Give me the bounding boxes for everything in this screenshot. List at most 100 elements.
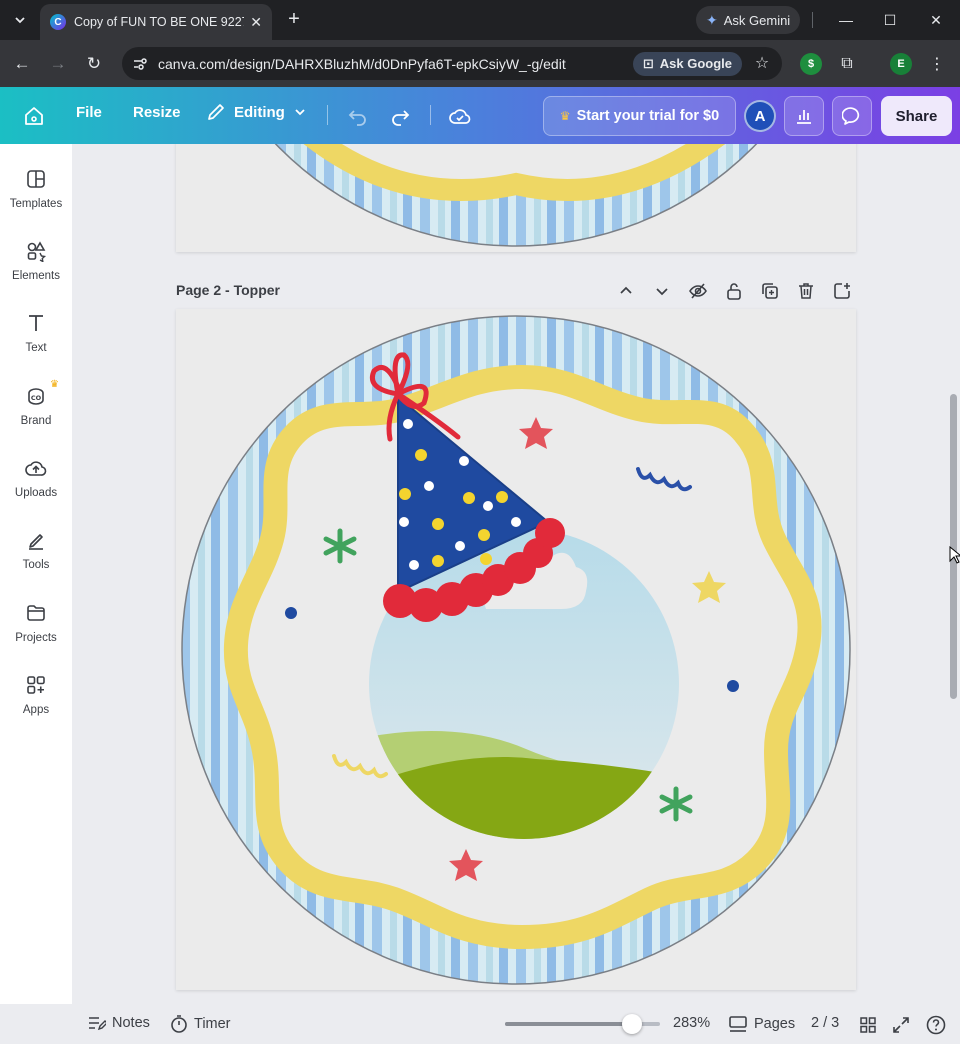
sidebar-item-projects[interactable]: Projects [0,600,72,660]
sidebar-item-label: Text [25,342,47,354]
editing-mode-dropdown[interactable]: Editing [206,102,307,122]
delete-page-button[interactable] [795,280,817,302]
back-button[interactable]: ← [10,52,34,76]
site-settings-icon[interactable] [130,54,150,74]
sidebar-item-brand[interactable]: ♛ CO Brand [0,379,72,443]
sidebar-item-label: Tools [22,559,50,571]
profile-avatar[interactable]: E [890,53,912,75]
save-status-button[interactable] [446,102,474,130]
mouse-cursor-icon [949,546,960,564]
page-counter[interactable]: 2 / 3 [811,1015,839,1031]
redo-icon [392,110,410,126]
notes-label: Notes [112,1015,150,1031]
reload-button[interactable]: ↻ [82,52,106,76]
cloud-check-icon [449,109,471,124]
comments-button[interactable] [832,96,872,136]
hide-page-button[interactable] [687,280,709,302]
move-page-down-button[interactable] [651,280,673,302]
chevron-down-icon [15,17,25,24]
browser-menu-icon[interactable]: ⋮ [926,53,948,75]
toolbar-divider [327,105,328,125]
sidebar-item-tools[interactable]: Tools [0,527,72,587]
lens-icon: ⊡ [642,55,654,71]
page-2-header: Page 2 - Topper [176,272,856,308]
user-avatar[interactable]: A [744,100,776,132]
timer-button[interactable]: Timer [170,1015,231,1033]
sidebar-item-label: Projects [15,632,57,644]
share-button[interactable]: Share [881,96,952,136]
canvas-scrollbar[interactable] [948,144,960,1004]
close-window-button[interactable]: ✕ [924,8,948,32]
uploads-icon [23,455,49,481]
extension-money-icon[interactable]: $ [800,53,822,75]
tab-title: Copy of FUN TO BE ONE 9227 T [74,15,245,29]
help-button[interactable] [925,1014,947,1036]
add-page-icon [834,283,850,299]
ask-google-label: Ask Google [659,56,732,71]
page-1-artwork [182,144,850,247]
eye-hidden-icon [689,283,707,299]
sidebar-item-apps[interactable]: Apps [0,672,72,732]
forward-button[interactable]: → [46,52,70,76]
sidebar-item-text[interactable]: Text [0,310,72,370]
sidebar-item-templates[interactable]: Templates [0,166,72,226]
pencil-icon [208,104,224,120]
sidebar-item-elements[interactable]: Elements [0,238,72,298]
tools-icon [23,527,49,553]
duplicate-icon [762,283,778,299]
sidebar-item-label: Templates [9,198,63,210]
bookmark-star-icon[interactable]: ☆ [750,52,774,76]
trash-icon [799,283,813,299]
page-2-canvas[interactable] [176,309,856,990]
zoom-level[interactable]: 283% [673,1015,710,1031]
ask-google-button[interactable]: ⊡ Ask Google [632,51,742,76]
grid-view-button[interactable] [857,1014,879,1036]
tab-search-button[interactable] [8,8,32,32]
resize-button[interactable]: Resize [133,104,181,121]
browser-tab[interactable]: C Copy of FUN TO BE ONE 9227 T ✕ [40,4,272,40]
browser-tab-bar: C Copy of FUN TO BE ONE 9227 T ✕ + ✦ Ask… [0,0,960,40]
chevron-up-icon [620,286,632,294]
new-tab-button[interactable]: + [282,8,306,32]
sidebar-item-uploads[interactable]: Uploads [0,455,72,515]
tab-close-button[interactable]: ✕ [250,14,262,31]
ask-gemini-button[interactable]: ✦ Ask Gemini [696,6,801,34]
sidebar-item-label: Elements [12,270,60,282]
maximize-button[interactable]: ☐ [878,8,902,32]
sidebar-item-label: Apps [22,704,50,716]
insights-button[interactable] [784,96,824,136]
timer-icon [171,1015,187,1033]
duplicate-page-button[interactable] [759,280,781,302]
add-page-button[interactable] [831,280,853,302]
notes-button[interactable]: Notes [88,1015,150,1031]
pages-button[interactable]: Pages [728,1015,795,1033]
move-page-up-button[interactable] [615,280,637,302]
zoom-slider-handle[interactable] [622,1014,643,1034]
lock-page-button[interactable] [723,280,745,302]
help-icon [926,1015,946,1035]
minimize-button[interactable]: — [834,8,858,32]
gemini-sparkle-icon: ✦ [706,11,718,28]
address-bar[interactable]: canva.com/design/DAHRXBluzhM/d0DnPyfa6T-… [122,47,782,80]
start-trial-button[interactable]: ♛ Start your trial for $0 [543,96,736,136]
zoom-slider[interactable] [505,1014,660,1034]
party-topper-artwork [181,315,851,985]
comment-icon [842,107,860,125]
home-button[interactable] [20,103,48,129]
fullscreen-button[interactable] [890,1014,912,1036]
sidebar-item-label: Uploads [14,487,58,499]
elements-icon [23,238,49,264]
notes-icon [89,1017,106,1031]
browser-toolbar: ← → ↻ canva.com/design/DAHRXBluzhM/d0DnP… [0,40,960,87]
trial-label: Start your trial for $0 [576,108,720,124]
page-1-canvas[interactable] [176,144,856,252]
templates-icon [23,166,49,192]
redo-button[interactable] [386,102,414,130]
file-menu[interactable]: File [76,104,102,121]
crown-icon: ♛ [50,379,59,390]
editor-footer: Notes Timer 283% Pages 2 / 3 [0,1004,960,1044]
url-text: canva.com/design/DAHRXBluzhM/d0DnPyfa6T-… [158,55,566,72]
page-title[interactable]: Page 2 - Topper [176,282,280,298]
extensions-puzzle-icon[interactable]: ⧉ [836,53,858,75]
undo-button[interactable] [344,102,372,130]
